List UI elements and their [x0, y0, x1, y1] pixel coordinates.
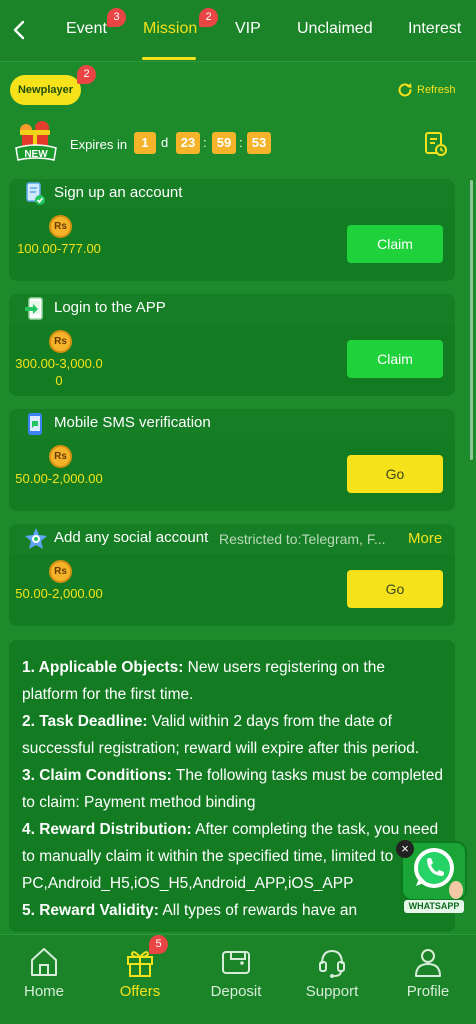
- timer-day-unit: d: [161, 135, 169, 150]
- tab-mission[interactable]: Mission: [143, 20, 197, 38]
- nav-deposit[interactable]: Deposit: [196, 945, 276, 1015]
- rule-text: All types of rewards have an: [158, 902, 358, 919]
- more-link[interactable]: More: [408, 530, 442, 547]
- nav-profile[interactable]: Profile: [388, 945, 468, 1015]
- claim-button[interactable]: Claim: [347, 340, 443, 378]
- rule-item: 2. Task Deadline: Valid within 2 days fr…: [22, 708, 443, 762]
- rule-item: 1. Applicable Objects: New users registe…: [22, 654, 443, 708]
- refresh-label: Refresh: [417, 84, 456, 96]
- rule-heading: 2. Task Deadline:: [22, 713, 148, 730]
- offers-badge: 5: [149, 935, 168, 954]
- task-reward: 100.00-777.00: [17, 241, 101, 256]
- tab-vip[interactable]: VIP: [235, 20, 261, 38]
- task-card-header: Add any social account Restricted to:Tel…: [9, 524, 455, 554]
- task-card-header: Mobile SMS verification: [9, 409, 455, 439]
- refresh-button[interactable]: Refresh: [396, 80, 456, 100]
- new-gift-icon: NEW: [12, 118, 60, 166]
- task-card: Login to the APP Rs 300.00-3,000.00 Clai…: [9, 294, 455, 396]
- tab-interest[interactable]: Interest: [408, 20, 461, 38]
- user-icon: [415, 949, 441, 977]
- timer-separator: :: [203, 135, 207, 150]
- rule-heading: 4. Reward Distribution:: [22, 821, 192, 838]
- task-title: Login to the APP: [54, 299, 166, 316]
- task-title: Sign up an account: [54, 184, 183, 201]
- task-card: Add any social account Restricted to:Tel…: [9, 524, 455, 626]
- go-button[interactable]: Go: [347, 570, 443, 608]
- task-card-header: Login to the APP: [9, 294, 455, 324]
- scrollbar[interactable]: [470, 180, 473, 460]
- nav-home[interactable]: Home: [4, 945, 84, 1015]
- rupee-coin-icon: Rs: [49, 330, 72, 353]
- nav-offers-label: Offers: [119, 983, 161, 1000]
- rupee-coin-icon: Rs: [49, 560, 72, 583]
- task-card-header: Sign up an account: [9, 179, 455, 209]
- headset-icon: [319, 949, 345, 978]
- whatsapp-float-button[interactable]: × WHATSAPP: [396, 838, 470, 916]
- task-card: Mobile SMS verification Rs 50.00-2,000.0…: [9, 409, 455, 511]
- expires-label: Expires in: [70, 137, 128, 152]
- top-tab-bar: Event 3 Mission 2 VIP Unclaimed Interest: [0, 0, 476, 62]
- chevron-left-icon: [13, 20, 25, 40]
- sms-phone-icon: [24, 412, 46, 436]
- rule-item: 3. Claim Conditions: The following tasks…: [22, 762, 443, 816]
- timer-seconds: 53: [247, 132, 271, 154]
- category-badge: 2: [77, 65, 96, 84]
- category-newplayer-button[interactable]: Newplayer: [10, 75, 81, 105]
- nav-deposit-label: Deposit: [210, 983, 262, 1000]
- nav-offers[interactable]: Offers: [100, 945, 180, 1015]
- tab-event[interactable]: Event: [66, 20, 107, 38]
- nav-support-label: Support: [305, 983, 359, 1000]
- timer-separator: :: [239, 135, 243, 150]
- home-icon: [31, 948, 57, 976]
- timer-hours: 23: [176, 132, 200, 154]
- tab-mission-badge: 2: [199, 8, 218, 27]
- active-tab-indicator: [142, 57, 196, 60]
- claim-button[interactable]: Claim: [347, 225, 443, 263]
- wallet-icon: [222, 951, 250, 974]
- tab-event-badge: 3: [107, 8, 126, 27]
- rule-heading: 3. Claim Conditions:: [22, 767, 172, 784]
- task-restriction: Restricted to:Telegram, F...: [219, 531, 386, 547]
- back-button[interactable]: [8, 16, 30, 44]
- task-title: Add any social account: [54, 529, 209, 546]
- task-reward: 50.00-2,000.00: [15, 586, 103, 601]
- nav-support[interactable]: Support: [292, 945, 372, 1015]
- task-reward: 300.00-3,000.00: [15, 356, 103, 388]
- timer-minutes: 59: [212, 132, 236, 154]
- signup-icon: [24, 182, 46, 206]
- tab-unclaimed[interactable]: Unclaimed: [297, 20, 373, 38]
- new-tag-text: NEW: [24, 149, 48, 160]
- nav-profile-label: Profile: [406, 983, 450, 1000]
- rule-item: 5. Reward Validity: All types of rewards…: [22, 897, 443, 924]
- rule-heading: 1. Applicable Objects:: [22, 659, 184, 676]
- nav-home-label: Home: [23, 983, 64, 1000]
- refresh-icon: [398, 83, 412, 97]
- rules-panel: 1. Applicable Objects: New users registe…: [9, 640, 455, 932]
- whatsapp-label: WHATSAPP: [404, 900, 464, 913]
- social-account-icon: [24, 527, 47, 551]
- timer-days: 1: [134, 132, 156, 154]
- rupee-coin-icon: Rs: [49, 215, 72, 238]
- task-card: Sign up an account Rs 100.00-777.00 Clai…: [9, 179, 455, 281]
- rupee-coin-icon: Rs: [49, 445, 72, 468]
- go-button[interactable]: Go: [347, 455, 443, 493]
- task-log-icon[interactable]: [424, 131, 448, 157]
- login-app-icon: [24, 297, 46, 321]
- task-reward: 50.00-2,000.00: [15, 471, 103, 486]
- bottom-nav: Home Offers 5 Deposit Support Profile: [0, 934, 476, 1024]
- close-icon[interactable]: ×: [396, 840, 414, 858]
- rule-heading: 5. Reward Validity:: [22, 902, 159, 919]
- rule-item: 4. Reward Distribution: After completing…: [22, 816, 443, 897]
- task-title: Mobile SMS verification: [54, 414, 211, 431]
